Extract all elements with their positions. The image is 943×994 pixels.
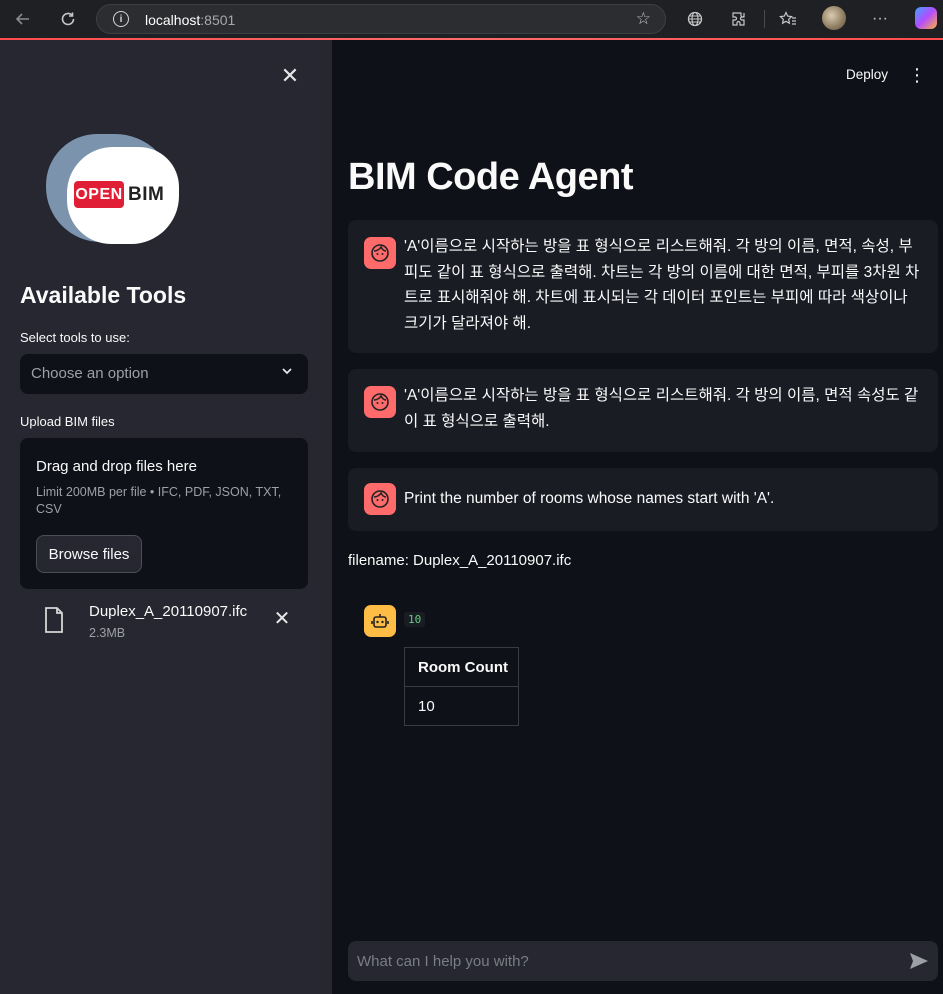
sidebar: ✕ OPEN BIM Available Tools Select tools … [0,40,332,994]
chat-input[interactable] [348,941,888,981]
remove-file-icon[interactable]: ✕ [272,609,292,629]
url-port: :8501 [200,12,236,28]
table-cell: 10 [404,686,519,726]
more-menu-icon[interactable]: ··· [869,8,891,30]
chevron-down-icon[interactable] [280,364,294,381]
file-dropzone[interactable]: Drag and drop files here Limit 200MB per… [20,438,308,589]
site-info-icon[interactable]: i [113,11,129,27]
chat-message-user: Print the number of rooms whose names st… [348,468,938,531]
chat-input-container [348,941,938,981]
table-header-cell: Room Count [404,647,519,687]
url-host: localhost [145,12,201,28]
file-icon [44,607,64,633]
user-avatar-icon [364,237,396,269]
tools-multiselect[interactable]: Choose an option [20,354,308,394]
browser-toolbar: i localhost:8501 ☆ ··· [0,0,943,38]
toolbar-divider [764,10,765,28]
globe-icon[interactable] [684,8,706,30]
send-icon[interactable] [908,951,930,971]
user-avatar-icon [364,386,396,418]
result-table: Room Count 10 [404,647,519,726]
refresh-icon[interactable] [55,7,81,31]
sidebar-title: Available Tools [20,282,187,308]
uploaded-file-size: 2.3MB [89,626,126,640]
user-avatar-icon [364,483,396,515]
uploaded-file-name: Duplex_A_20110907.ifc [89,603,248,620]
chat-message-user: 'A'이름으로 시작하는 방을 표 형식으로 리스트해줘. 각 방의 이름, 면… [348,369,938,452]
openbim-logo-open: OPEN [74,181,124,208]
deploy-button[interactable]: Deploy [846,67,888,82]
back-arrow-icon[interactable] [10,7,36,31]
table-row: 10 [404,686,519,726]
browse-files-button[interactable]: Browse files [36,535,142,573]
url-text: localhost:8501 [145,12,235,28]
copilot-icon[interactable] [915,7,937,29]
select-placeholder: Choose an option [31,365,149,382]
openbim-logo-bim: BIM [128,184,165,205]
chat-message-text: 'A'이름으로 시작하는 방을 표 형식으로 리스트해줘. 각 방의 이름, 면… [404,387,919,430]
dropzone-title: Drag and drop files here [36,458,197,475]
code-output: 10 [404,612,426,627]
address-bar[interactable]: i localhost:8501 ☆ [96,4,666,34]
main-menu-icon[interactable]: ⋮ [908,66,926,84]
main-content: Deploy ⋮ BIM Code Agent 'A'이름으로 시작하는 방을 … [332,40,943,994]
favorite-star-icon[interactable]: ☆ [636,9,651,29]
page-title: BIM Code Agent [348,156,634,198]
upload-label: Upload BIM files [20,414,115,429]
chat-message-text: Print the number of rooms whose names st… [404,490,775,507]
profile-avatar[interactable] [822,6,846,30]
table-header-row: Room Count [404,647,519,687]
dropzone-limit: Limit 200MB per file • IFC, PDF, JSON, T… [36,485,282,516]
select-tools-label: Select tools to use: [20,330,130,345]
filename-text: filename: Duplex_A_20110907.ifc [348,552,572,569]
chat-message-text: 'A'이름으로 시작하는 방을 표 형식으로 리스트해줘. 각 방의 이름, 면… [404,238,920,332]
chat-message-user: 'A'이름으로 시작하는 방을 표 형식으로 리스트해줘. 각 방의 이름, 면… [348,220,938,353]
favorites-icon[interactable] [777,8,799,30]
close-sidebar-icon[interactable]: ✕ [280,65,300,87]
extensions-icon[interactable] [728,8,750,30]
assistant-avatar-icon [364,605,396,637]
